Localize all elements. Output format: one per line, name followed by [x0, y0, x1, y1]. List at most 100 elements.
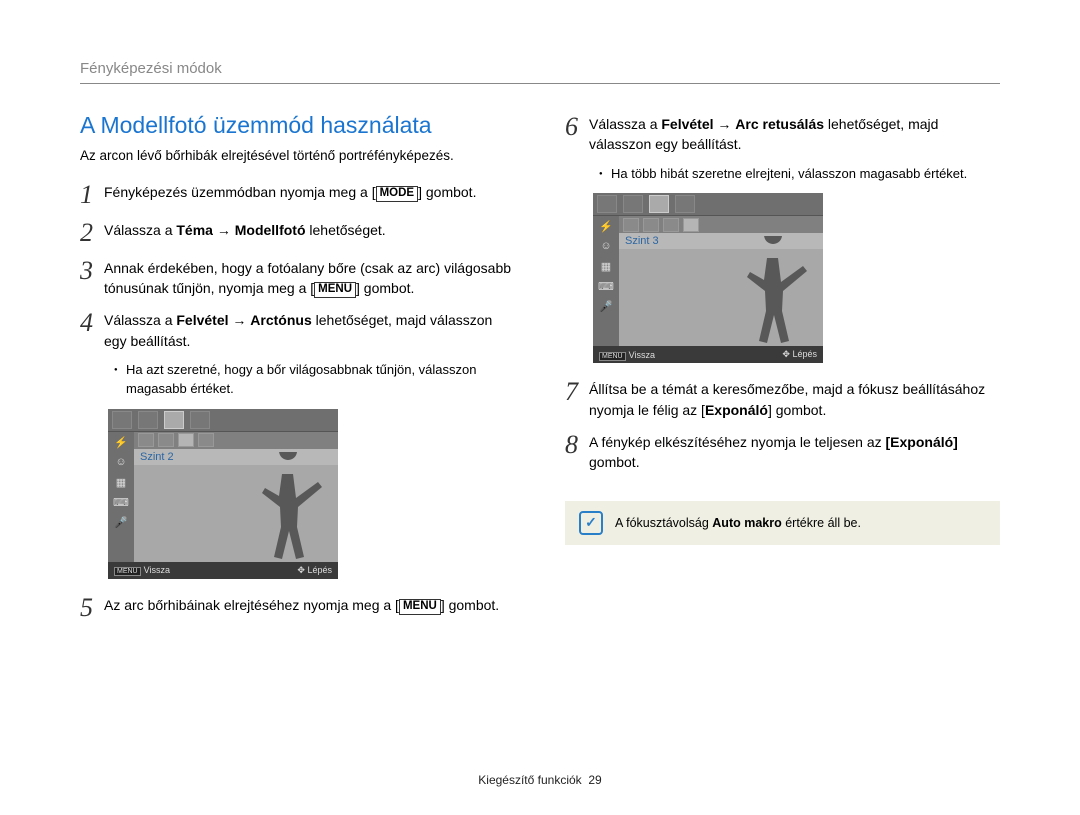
lcd-option-strip: [619, 216, 823, 233]
lcd-preview-left: ⚡ ☺ ▦ ⌨ 🎤 Szint 2: [108, 409, 338, 579]
flash-icon: ⚡: [113, 436, 129, 450]
menu-path: Felvétel: [661, 116, 713, 132]
step-1: 1 Fényképezés üzemmódban nyomja meg a [M…: [80, 180, 515, 208]
lcd-tab: [138, 411, 158, 429]
step-text: A fénykép elkészítéséhez nyomja le telje…: [589, 434, 886, 450]
step-text: lehetőséget.: [306, 222, 386, 238]
lcd-option-selected: [178, 433, 194, 447]
step-7: 7 Állítsa be a témát a keresőmezőbe, maj…: [565, 377, 1000, 420]
lcd-tabs: [593, 193, 823, 216]
lcd-option-strip: [134, 432, 338, 449]
menu-button-label: MENU: [314, 282, 356, 298]
note-text-part: A fókusztávolság: [615, 516, 712, 530]
step-2: 2 Válassza a Téma → Modellfotó lehetőség…: [80, 218, 515, 246]
step-text: Fényképezés üzemmódban nyomja meg a: [104, 184, 372, 200]
step-text: Válassza a: [589, 116, 661, 132]
menu-path: Arc retusálás: [735, 116, 824, 132]
mic-icon: 🎤: [113, 516, 129, 530]
step-number: 4: [80, 308, 104, 336]
note-text-part: értékre áll be.: [782, 516, 861, 530]
step-text: Válassza a: [104, 222, 176, 238]
left-column: A Modellfotó üzemmód használata Az arcon…: [80, 112, 515, 631]
info-note: ✓ A fókusztávolság Auto makro értékre ál…: [565, 501, 1000, 545]
menu-path: Felvétel: [176, 312, 228, 328]
lcd-tab-active: [649, 195, 669, 213]
mode-button-label: MODE: [376, 186, 419, 202]
step-text: Az arc bőrhibáinak elrejtéséhez nyomja m…: [104, 597, 395, 613]
menu-button-label: MENU: [399, 599, 441, 615]
grid-icon: ▦: [113, 476, 129, 490]
arrow: →: [213, 222, 235, 238]
lcd-sidebar: ⚡ ☺ ▦ ⌨ 🎤: [108, 432, 134, 562]
step-number: 2: [80, 218, 104, 246]
note-bold: Auto makro: [712, 516, 781, 530]
step-number: 6: [565, 112, 589, 140]
lcd-option: [138, 433, 154, 447]
flash-icon: ⚡: [598, 220, 614, 234]
step-text: ] gombot.: [768, 402, 826, 418]
lcd-option: [623, 218, 639, 232]
step-6-sublist: Ha több hibát szeretne elrejteni, válass…: [599, 165, 1000, 184]
lcd-back-label: Vissza: [144, 565, 170, 575]
lcd-option-selected: [683, 218, 699, 232]
intro-text: Az arcon lévő bőrhibák elrejtésével tört…: [80, 147, 515, 166]
shutter-label: Exponáló: [705, 402, 768, 418]
lcd-tab-active: [164, 411, 184, 429]
lcd-preview-right: ⚡ ☺ ▦ ⌨ 🎤 Szint 3: [593, 193, 823, 363]
step-text: Válassza a: [104, 312, 176, 328]
grid-icon: ▦: [598, 260, 614, 274]
menu-badge: MENU: [114, 567, 141, 576]
info-icon: ✓: [579, 511, 603, 535]
step-3: 3 Annak érdekében, hogy a fotóalany bőre…: [80, 256, 515, 299]
page-title: A Modellfotó üzemmód használata: [80, 112, 515, 139]
lcd-step-label: Lépés: [792, 349, 817, 359]
lcd-tab: [190, 411, 210, 429]
step-number: 8: [565, 430, 589, 458]
step-number: 5: [80, 593, 104, 621]
lcd-option: [663, 218, 679, 232]
step-4-sublist: Ha azt szeretné, hogy a bőr világosabbna…: [114, 361, 515, 399]
step-text: Annak érdekében, hogy a fotóalany bőre (…: [104, 260, 511, 296]
step-5: 5 Az arc bőrhibáinak elrejtéséhez nyomja…: [80, 593, 515, 621]
keyboard-icon: ⌨: [113, 496, 129, 510]
lcd-bottom-bar: MENUVissza ✥ Lépés: [108, 562, 338, 579]
arrow: →: [229, 312, 251, 328]
step-text: gombot.: [422, 184, 476, 200]
step-8: 8 A fénykép elkészítéséhez nyomja le tel…: [565, 430, 1000, 473]
menu-path: Arctónus: [250, 312, 311, 328]
lcd-option: [198, 433, 214, 447]
lcd-tab: [623, 195, 643, 213]
lcd-option: [643, 218, 659, 232]
menu-path: Modellfotó: [235, 222, 306, 238]
face-icon: ☺: [113, 456, 129, 470]
right-column: 6 Válassza a Felvétel → Arc retusálás le…: [565, 112, 1000, 631]
person-silhouette-icon: [733, 236, 813, 346]
step-number: 7: [565, 377, 589, 405]
breadcrumb: Fényképezési módok: [80, 60, 1000, 84]
lcd-sidebar: ⚡ ☺ ▦ ⌨ 🎤: [593, 216, 619, 346]
step-text: gombot.: [445, 597, 499, 613]
mic-icon: 🎤: [598, 300, 614, 314]
footer-section: Kiegészítő funkciók: [478, 773, 581, 787]
page-footer: Kiegészítő funkciók 29: [0, 773, 1080, 787]
keyboard-icon: ⌨: [598, 280, 614, 294]
person-silhouette-icon: [248, 452, 328, 562]
step-text: gombot.: [360, 280, 414, 296]
lcd-option: [158, 433, 174, 447]
note-text: A fókusztávolság Auto makro értékre áll …: [615, 516, 861, 530]
step-text: gombot.: [589, 454, 640, 470]
face-icon: ☺: [598, 240, 614, 254]
menu-path: Téma: [176, 222, 213, 238]
lcd-tab: [112, 411, 132, 429]
step-4: 4 Válassza a Felvétel → Arctónus lehetős…: [80, 308, 515, 351]
step-number: 1: [80, 180, 104, 208]
sub-text: Ha több hibát szeretne elrejteni, válass…: [599, 165, 1000, 184]
step-number: 3: [80, 256, 104, 284]
lcd-tab: [675, 195, 695, 213]
lcd-tabs: [108, 409, 338, 432]
lcd-tab: [597, 195, 617, 213]
lcd-step-label: Lépés: [307, 565, 332, 575]
shutter-label: [Exponáló]: [886, 434, 958, 450]
sub-text: Ha azt szeretné, hogy a bőr világosabbna…: [114, 361, 515, 399]
menu-badge: MENU: [599, 352, 626, 361]
